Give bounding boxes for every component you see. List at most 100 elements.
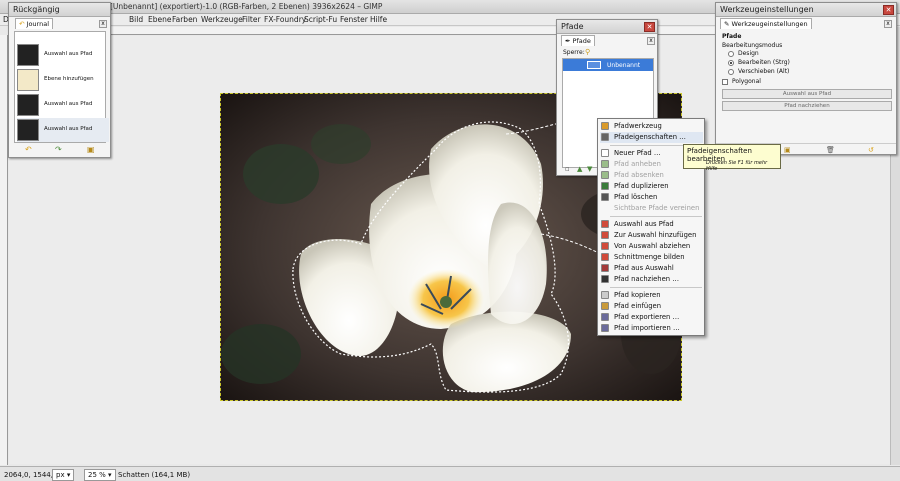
list-item-label: Auswahl aus Pfad xyxy=(44,51,93,57)
lock-icon[interactable]: ⚲ xyxy=(585,48,590,56)
menu-item-label: Pfad nachziehen … xyxy=(614,275,680,283)
menu-item-label: Sichtbare Pfade vereinen xyxy=(614,204,700,212)
menu-item-pfadeigenschaften[interactable]: Pfadeigenschaften … xyxy=(600,132,703,143)
menu-item-label: Pfad löschen xyxy=(614,193,658,201)
lower-path-icon[interactable]: ▼ xyxy=(587,165,592,173)
selection-from-path-button[interactable]: Auswahl aus Pfad xyxy=(722,89,892,99)
copy-icon xyxy=(601,291,609,299)
reset-options-icon[interactable]: ↺ xyxy=(868,146,874,154)
list-item[interactable]: Ebene hinzufügen xyxy=(17,68,109,92)
menu-separator xyxy=(610,216,702,217)
subtract-icon xyxy=(601,242,609,250)
menu-item-pfadwerkzeug[interactable]: Pfadwerkzeug xyxy=(600,121,703,132)
menu-fenster[interactable]: Fenster xyxy=(340,15,368,24)
section-title: Pfade xyxy=(722,33,742,40)
undo-dialog-titlebar[interactable]: Rückgängig xyxy=(9,3,110,17)
menu-item-label: Pfad anheben xyxy=(614,160,661,168)
list-item[interactable]: Auswahl aus Pfad xyxy=(17,118,109,142)
polygonal-checkbox[interactable] xyxy=(722,79,728,85)
menu-item-label: Pfad kopieren xyxy=(614,291,661,299)
intersect-icon xyxy=(601,253,609,261)
menu-item-pfad-aus-auswahl[interactable]: Pfad aus Auswahl xyxy=(600,263,703,274)
menu-item-auswahl-aus-pfad[interactable]: Auswahl aus Pfad xyxy=(600,219,703,230)
menu-script-fu[interactable]: Script-Fu xyxy=(304,15,337,24)
list-item[interactable]: Auswahl aus Pfad xyxy=(17,93,109,117)
export-icon xyxy=(601,313,609,321)
raise-path-icon[interactable]: ▲ xyxy=(577,165,582,173)
delete-icon xyxy=(601,193,609,201)
redo-icon[interactable]: ↷ xyxy=(55,145,62,154)
menu-item-pfad-duplizieren[interactable]: Pfad duplizieren xyxy=(600,181,703,192)
tab-journal-label: Journal xyxy=(26,20,50,28)
tab-close-icon[interactable]: x xyxy=(884,20,892,28)
menu-item-label: Pfad importieren … xyxy=(614,324,680,332)
lock-label: Sperre: xyxy=(563,49,585,56)
menu-item-schnittmenge-bilden[interactable]: Schnittmenge bilden xyxy=(600,252,703,263)
close-icon[interactable]: ✕ xyxy=(883,5,894,15)
menu-item-pfad-kopieren[interactable]: Pfad kopieren xyxy=(600,290,703,301)
tab-journal[interactable]: ↶ Journal xyxy=(15,18,54,29)
paths-dialog-titlebar[interactable]: Pfade ✕ xyxy=(557,20,657,34)
radio-design[interactable] xyxy=(728,51,734,57)
new-path-icon[interactable]: ▫ xyxy=(565,165,570,173)
menu-werkzeuge[interactable]: Werkzeuge xyxy=(201,15,243,24)
vertical-ruler[interactable] xyxy=(0,35,8,465)
menu-separator xyxy=(610,287,702,288)
radio-edit[interactable] xyxy=(728,60,734,66)
import-icon xyxy=(601,324,609,332)
tab-close-icon[interactable]: x xyxy=(647,37,655,45)
mode-label: Bearbeitungsmodus xyxy=(722,42,783,49)
thumbnail xyxy=(17,69,39,91)
menu-item-pfad-absenken: Pfad absenken xyxy=(600,170,703,181)
edit-icon xyxy=(601,133,609,141)
selection-icon xyxy=(601,220,609,228)
menu-item-zur-auswahl-hinzufügen[interactable]: Zur Auswahl hinzufügen xyxy=(600,230,703,241)
stroke-path-button[interactable]: Pfad nachziehen xyxy=(722,101,892,111)
duplicate-icon xyxy=(601,182,609,190)
list-item-label: Auswahl aus Pfad xyxy=(44,101,93,107)
tool-options-titlebar[interactable]: Werkzeugeinstellungen ✕ xyxy=(716,3,896,17)
clear-history-icon[interactable]: ▣ xyxy=(87,145,95,154)
radio-edit-label: Bearbeiten (Strg) xyxy=(738,59,790,66)
menu-item-pfad-löschen[interactable]: Pfad löschen xyxy=(600,192,703,203)
tab-paths[interactable]: ✒ Pfade xyxy=(561,35,595,46)
menu-fx-foundry[interactable]: FX-Foundry xyxy=(264,15,306,24)
menu-item-label: Von Auswahl abziehen xyxy=(614,242,691,250)
menu-farben[interactable]: Farben xyxy=(172,15,197,24)
tab-tool-options-label: Werkzeugeinstellungen xyxy=(731,20,808,28)
delete-options-icon[interactable]: 🗑 xyxy=(826,146,835,154)
menu-ebene[interactable]: Ebene xyxy=(148,15,171,24)
menu-item-pfad-einfügen[interactable]: Pfad einfügen xyxy=(600,301,703,312)
menu-hilfe[interactable]: Hilfe xyxy=(370,15,387,24)
thumbnail xyxy=(17,94,39,116)
menu-item-pfad-importieren[interactable]: Pfad importieren … xyxy=(600,323,703,334)
raise-icon xyxy=(601,160,609,168)
menu-item-pfad-nachziehen[interactable]: Pfad nachziehen … xyxy=(600,274,703,285)
menu-item-von-auswahl-abziehen[interactable]: Von Auswahl abziehen xyxy=(600,241,703,252)
radio-move[interactable] xyxy=(728,69,734,75)
close-icon[interactable]: ✕ xyxy=(644,22,655,32)
list-item[interactable]: Auswahl aus Pfad xyxy=(17,43,109,67)
status-message: Schatten (164,1 MB) xyxy=(118,471,191,479)
thumbnail xyxy=(17,44,39,66)
tab-close-icon[interactable]: x xyxy=(99,20,107,28)
tab-tool-options[interactable]: ✎ Werkzeugeinstellungen xyxy=(720,18,812,29)
save-options-icon[interactable]: ▣ xyxy=(784,146,791,154)
menu-item-label: Pfad duplizieren xyxy=(614,182,669,190)
radio-design-label: Design xyxy=(738,50,759,57)
zoom-select[interactable]: 25 % ▾ xyxy=(84,469,116,481)
menu-item-sichtbare-pfade-vereinen: Sichtbare Pfade vereinen xyxy=(600,203,703,214)
menu-item-pfad-exportieren[interactable]: Pfad exportieren … xyxy=(600,312,703,323)
unit-select[interactable]: px ▾ xyxy=(52,469,75,481)
list-item[interactable]: Unbenannt xyxy=(563,59,653,71)
undo-icon[interactable]: ↶ xyxy=(25,145,32,154)
tool-options-icon: ✎ xyxy=(724,20,730,28)
menu-item-label: Pfadeigenschaften … xyxy=(614,133,686,141)
journal-icon: ↶ xyxy=(19,20,25,28)
menu-bild[interactable]: Bild xyxy=(129,15,143,24)
menu-item-label: Schnittmenge bilden xyxy=(614,253,685,261)
menu-filter[interactable]: Filter xyxy=(242,15,261,24)
menu-item-label: Zur Auswahl hinzufügen xyxy=(614,231,697,239)
thumbnail xyxy=(17,119,39,141)
stroke-icon xyxy=(601,275,609,283)
